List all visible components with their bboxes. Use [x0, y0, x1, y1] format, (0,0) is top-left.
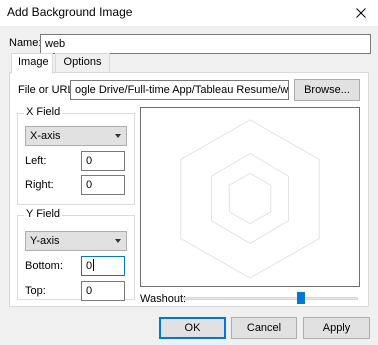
x-field-title: X Field [24, 106, 63, 118]
tab-options[interactable]: Options [55, 53, 110, 72]
file-url-input[interactable]: ogle Drive/Full-time App/Tableau Resume/… [70, 80, 289, 100]
title-bar: Add Background Image [0, 0, 378, 26]
bottom-value: 0 [86, 260, 93, 272]
close-icon [356, 8, 366, 18]
ok-button[interactable]: OK [159, 317, 226, 339]
washout-label: Washout: [140, 293, 187, 305]
file-url-label: File or URL: [18, 84, 77, 96]
bottom-input[interactable]: 0 [81, 256, 125, 276]
y-field-selected: Y-axis [30, 235, 60, 247]
bottom-label: Bottom: [25, 260, 63, 272]
add-background-image-dialog: Add Background Image Name: web Image Opt… [0, 0, 378, 345]
washout-slider-track[interactable] [183, 297, 358, 300]
right-input[interactable]: 0 [81, 175, 125, 195]
x-field-dropdown[interactable]: X-axis [25, 126, 127, 146]
left-label: Left: [25, 155, 47, 167]
name-label: Name: [9, 37, 42, 49]
y-field-dropdown[interactable]: Y-axis [25, 231, 127, 251]
y-field-title: Y Field [24, 208, 63, 220]
text-caret [93, 259, 95, 271]
chevron-down-icon [115, 134, 121, 138]
browse-button[interactable]: Browse... [294, 79, 360, 101]
top-input[interactable]: 0 [81, 281, 125, 301]
close-button[interactable] [344, 0, 378, 26]
dialog-title: Add Background Image [7, 5, 133, 19]
top-label: Top: [25, 285, 46, 297]
cancel-button[interactable]: Cancel [231, 317, 297, 339]
x-field-selected: X-axis [30, 130, 61, 142]
hexagon-preview-image [180, 119, 320, 279]
left-input[interactable]: 0 [81, 151, 125, 171]
chevron-down-icon [115, 239, 121, 243]
image-preview [140, 107, 360, 287]
name-input[interactable]: web [40, 34, 371, 54]
right-label: Right: [25, 179, 54, 191]
apply-button[interactable]: Apply [303, 317, 370, 339]
washout-slider-thumb[interactable] [296, 292, 305, 304]
tab-image[interactable]: Image [11, 53, 53, 74]
